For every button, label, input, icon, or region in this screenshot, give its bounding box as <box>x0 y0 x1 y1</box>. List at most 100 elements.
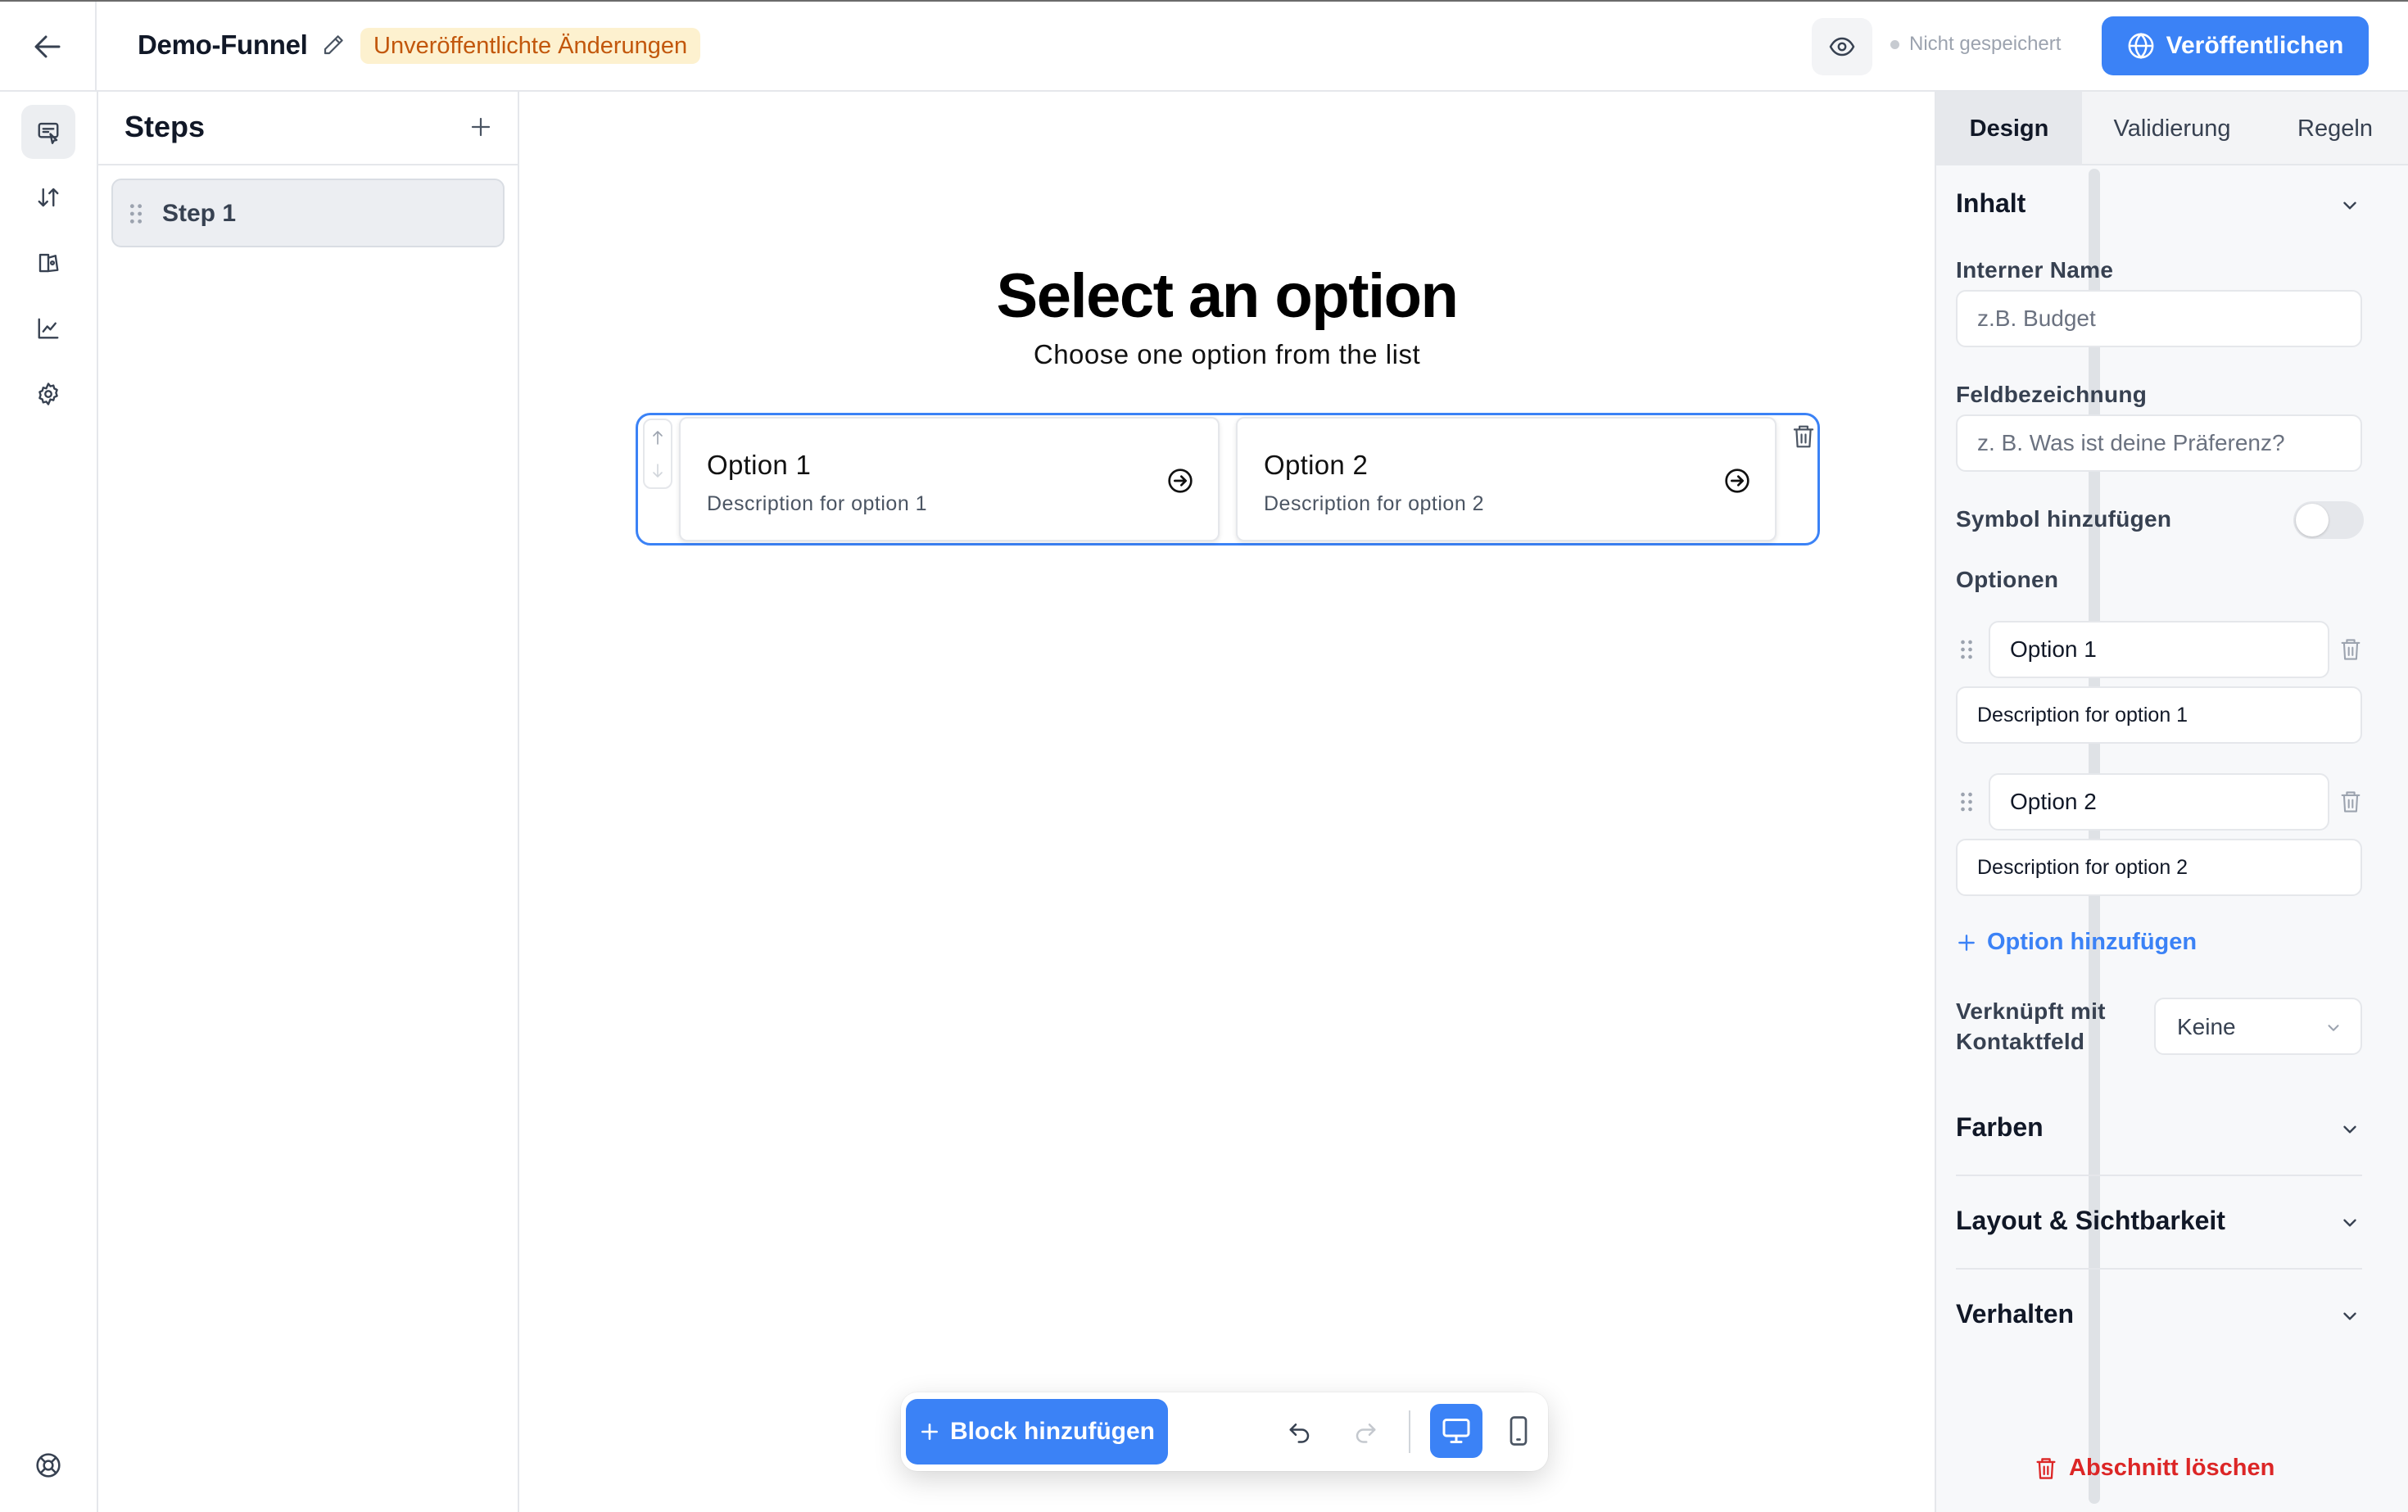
step-item[interactable]: Step 1 <box>111 179 505 247</box>
editor-icon <box>38 122 59 144</box>
trash-icon[interactable] <box>2339 637 2362 662</box>
undo-icon[interactable] <box>1288 1420 1312 1443</box>
move-controls <box>643 419 672 489</box>
drag-handle-icon[interactable] <box>128 203 144 224</box>
smartphone-icon <box>1510 1416 1528 1446</box>
back-button[interactable] <box>0 2 97 92</box>
trash-icon <box>2036 1457 2056 1479</box>
sort-icon <box>38 188 59 207</box>
contact-field-value: Keine <box>2177 1014 2236 1039</box>
option-description-input[interactable] <box>1956 686 2362 744</box>
canvas-toolbar: Block hinzufügen <box>901 1392 1548 1471</box>
symbol-toggle[interactable] <box>2293 501 2364 539</box>
section-behavior-header[interactable]: Verhalten <box>1956 1299 2365 1332</box>
selected-block[interactable]: Option 1 Description for option 1 Option… <box>636 413 1820 545</box>
drag-handle-icon[interactable] <box>1959 639 1974 660</box>
add-option-button[interactable]: Option hinzufügen <box>1956 929 2197 956</box>
preview-button[interactable] <box>1812 18 1872 75</box>
trash-icon[interactable] <box>1791 423 1816 450</box>
drag-handle-icon[interactable] <box>1959 791 1974 813</box>
tab-rules[interactable]: Regeln <box>2262 92 2408 165</box>
analytics-icon <box>38 318 59 339</box>
top-bar: Demo-Funnel Unveröffentlichte Änderungen… <box>0 0 2408 92</box>
delete-section-button[interactable]: Abschnitt löschen <box>2035 1455 2274 1482</box>
section-divider <box>1956 1175 2362 1176</box>
add-block-button[interactable]: Block hinzufügen <box>906 1399 1168 1464</box>
chevron-down-icon[interactable] <box>2339 195 2360 216</box>
option-title: Option 2 <box>1264 450 1369 480</box>
symbol-label: Symbol hinzufügen <box>1956 506 2172 532</box>
pages-icon <box>38 253 59 273</box>
question-subtitle[interactable]: Choose one option from the list <box>519 339 1935 370</box>
arrow-left-icon <box>34 35 61 58</box>
icon-rail <box>0 92 98 1512</box>
section-colors-header[interactable]: Farben <box>1956 1112 2365 1145</box>
contact-field-label-line2: Kontaktfeld <box>1956 1029 2085 1054</box>
section-divider <box>1956 1268 2362 1270</box>
rail-analytics[interactable] <box>21 301 75 355</box>
tab-design[interactable]: Design <box>1936 92 2082 165</box>
toolbar-divider <box>1409 1410 1410 1453</box>
add-block-label: Block hinzufügen <box>950 1418 1155 1445</box>
section-layout-header[interactable]: Layout & Sichtbarkeit <box>1956 1206 2365 1238</box>
redo-icon[interactable] <box>1353 1420 1378 1443</box>
status-dot <box>1890 39 1899 49</box>
internal-name-input[interactable] <box>1956 290 2362 347</box>
rail-sort[interactable] <box>21 170 75 224</box>
field-label-input[interactable] <box>1956 414 2362 472</box>
pencil-icon[interactable] <box>321 33 346 57</box>
internal-name-label: Interner Name <box>1956 257 2114 283</box>
eye-icon <box>1829 37 1855 57</box>
step-label: Step 1 <box>162 200 237 227</box>
arrow-right-circle-icon <box>1168 469 1193 493</box>
monitor-icon <box>1442 1419 1470 1443</box>
options-label: Optionen <box>1956 567 2059 592</box>
save-status-text: Nicht gespeichert <box>1909 33 2062 55</box>
funnel-title: Demo-Funnel <box>138 29 308 60</box>
option-description: Description for option 2 <box>1264 492 1485 515</box>
unpublished-changes-badge: Unveröffentlichte Änderungen <box>360 28 701 64</box>
option-description-input[interactable] <box>1956 839 2362 896</box>
arrow-right-circle-icon <box>1725 469 1749 493</box>
option-card-1[interactable]: Option 1 Description for option 1 <box>679 417 1220 541</box>
delete-section-label: Abschnitt löschen <box>2069 1455 2275 1481</box>
option-description: Description for option 1 <box>707 492 928 515</box>
globe-icon <box>2128 33 2154 59</box>
rail-help[interactable] <box>21 1438 75 1492</box>
field-label-label: Feldbezeichnung <box>1956 382 2148 407</box>
chevron-down-icon[interactable] <box>2339 1119 2360 1140</box>
add-option-label: Option hinzufügen <box>1987 929 2198 955</box>
contact-field-select[interactable]: Keine <box>2154 998 2362 1055</box>
steps-title: Steps <box>124 110 206 143</box>
properties-tabs: Design Validierung Regeln <box>1936 92 2408 165</box>
help-icon <box>36 1453 61 1478</box>
option-title-input[interactable] <box>1989 773 2329 831</box>
rail-pages[interactable] <box>21 236 75 290</box>
contact-field-label-line1: Verknüpft mit <box>1956 998 2106 1024</box>
chevron-down-icon[interactable] <box>2339 1306 2360 1327</box>
arrow-down-icon[interactable] <box>651 463 664 479</box>
option-title-input[interactable] <box>1989 621 2329 678</box>
arrow-up-icon[interactable] <box>651 429 664 446</box>
steps-panel: Steps Step 1 <box>98 92 519 1512</box>
trash-icon[interactable] <box>2339 790 2362 814</box>
desktop-view-button[interactable] <box>1430 1404 1482 1458</box>
rail-settings[interactable] <box>21 367 75 421</box>
question-title[interactable]: Select an option <box>519 260 1935 332</box>
publish-button[interactable]: Veröffentlichen <box>2102 16 2369 75</box>
chevron-down-icon <box>2328 1025 2339 1031</box>
canvas: Select an option Choose one option from … <box>519 92 1935 1512</box>
toggle-knob <box>2296 504 2329 536</box>
steps-header: Steps <box>98 92 518 165</box>
rail-editor[interactable] <box>21 105 75 159</box>
plus-icon[interactable] <box>468 115 493 139</box>
save-status: Nicht gespeichert <box>1890 33 2061 56</box>
mobile-view-button[interactable] <box>1492 1404 1545 1458</box>
contact-field-label: Verknüpft mit Kontaktfeld <box>1956 996 2106 1057</box>
settings-icon <box>38 383 58 405</box>
chevron-down-icon[interactable] <box>2339 1212 2360 1234</box>
option-title: Option 1 <box>707 450 812 480</box>
tab-validation[interactable]: Validierung <box>2082 92 2262 165</box>
option-card-2[interactable]: Option 2 Description for option 2 <box>1236 417 1777 541</box>
section-content-header[interactable]: Inhalt <box>1956 188 2365 221</box>
